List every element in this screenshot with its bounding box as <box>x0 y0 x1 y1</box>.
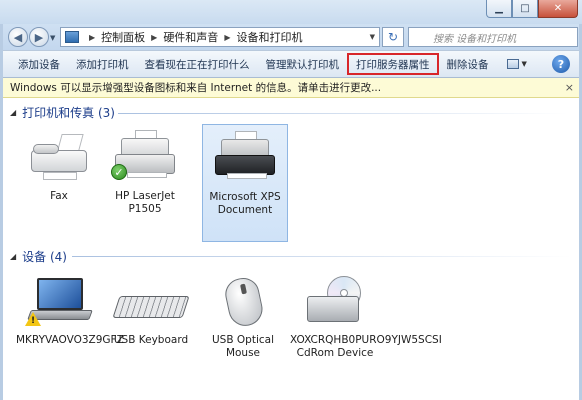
cdrom-icon <box>303 274 367 330</box>
breadcrumb-hardware-sound[interactable]: 硬件和声音 <box>163 29 218 45</box>
remove-device-button[interactable]: 删除设备 <box>439 53 497 75</box>
search-input[interactable]: 搜索 设备和打印机 <box>408 27 578 47</box>
devices-group-header[interactable]: ◢ 设备 (4) <box>10 248 67 265</box>
breadcrumb-control-panel[interactable]: 控制面板 <box>101 29 145 45</box>
device-label: USB Optical Mouse <box>212 334 274 359</box>
forward-button[interactable]: ▶ <box>29 27 49 47</box>
help-icon[interactable]: ? <box>552 55 570 73</box>
device-cdrom[interactable]: XOXCRQHB0PURO9YJW5SCSI CdRom Device <box>290 274 442 396</box>
group-divider <box>118 113 568 114</box>
add-printer-button[interactable]: 添加打印机 <box>68 53 137 75</box>
see-printing-button[interactable]: 查看现在正在打印什么 <box>137 53 258 75</box>
fax-icon <box>27 130 91 186</box>
set-default-printer-button[interactable]: 管理默认打印机 <box>258 53 348 75</box>
address-dropdown-chevron-down-icon[interactable]: ▼ <box>370 33 375 41</box>
chevron-down-icon: ▼ <box>521 60 527 68</box>
devices-group-title: 设备 (4) <box>22 250 67 264</box>
chevron-right-icon[interactable]: ▶ <box>224 33 230 42</box>
device-label: USB Keyboard <box>113 334 189 346</box>
window-border <box>0 24 3 400</box>
device-list: ◢ 打印机和传真 (3) Fax ✓ HP LaserJet P1505 Mic… <box>0 98 582 400</box>
printers-group-header[interactable]: ◢ 打印机和传真 (3) <box>10 104 115 121</box>
info-bar-text: Windows 可以显示增强型设备图标和来自 Internet 的信息。请单击进… <box>10 82 382 94</box>
control-panel-icon <box>65 31 79 43</box>
device-usb-keyboard[interactable]: USB Keyboard <box>108 274 194 354</box>
device-label: HP LaserJet P1505 <box>115 190 175 215</box>
window-controls: ▁ □ ✕ <box>486 0 578 18</box>
close-icon[interactable]: × <box>565 81 574 94</box>
info-bar[interactable]: Windows 可以显示增强型设备图标和来自 Internet 的信息。请单击进… <box>0 78 582 98</box>
breadcrumb-devices-printers[interactable]: 设备和打印机 <box>236 29 302 45</box>
mouse-icon <box>211 274 275 330</box>
refresh-button[interactable]: ↻ <box>382 27 404 47</box>
group-divider <box>72 256 572 257</box>
collapse-triangle-icon[interactable]: ◢ <box>10 252 16 261</box>
printer-icon: ✓ <box>111 130 177 186</box>
maximize-icon[interactable]: □ <box>512 0 538 18</box>
default-printer-check-icon: ✓ <box>111 164 127 180</box>
chevron-right-icon[interactable]: ▶ <box>89 33 95 42</box>
minimize-icon[interactable]: ▁ <box>486 0 512 18</box>
printer-icon <box>213 131 277 187</box>
chevron-right-icon[interactable]: ▶ <box>151 33 157 42</box>
collapse-triangle-icon[interactable]: ◢ <box>10 108 16 117</box>
navigation-bar: ◀ ▶ ▼ ▶ 控制面板 ▶ 硬件和声音 ▶ 设备和打印机 ▼ ↻ 搜索 设备和… <box>0 24 582 50</box>
title-bar: ▁ □ ✕ <box>0 0 582 24</box>
device-microsoft-xps[interactable]: Microsoft XPS Document <box>202 124 288 242</box>
command-bar: 添加设备 添加打印机 查看现在正在打印什么 管理默认打印机 打印服务器属性 删除… <box>0 50 582 78</box>
device-computer[interactable]: ! MKRYVAOVO3Z9GFZ <box>16 274 124 364</box>
add-device-button[interactable]: 添加设备 <box>10 53 68 75</box>
keyboard-icon <box>112 274 190 330</box>
print-server-properties-button[interactable]: 打印服务器属性 <box>347 53 439 75</box>
change-view-button[interactable]: ▼ <box>501 53 533 75</box>
device-label: Microsoft XPS Document <box>209 191 281 216</box>
view-icon <box>506 59 519 69</box>
device-label: MKRYVAOVO3Z9GFZ <box>16 334 124 346</box>
address-bar[interactable]: ▶ 控制面板 ▶ 硬件和声音 ▶ 设备和打印机 ▼ <box>60 27 380 47</box>
printers-group-title: 打印机和传真 (3) <box>22 106 115 120</box>
device-fax[interactable]: Fax <box>16 130 102 226</box>
close-icon[interactable]: ✕ <box>538 0 578 18</box>
device-usb-mouse[interactable]: USB Optical Mouse <box>200 274 286 370</box>
back-button[interactable]: ◀ <box>8 27 28 47</box>
laptop-icon: ! <box>25 274 93 330</box>
recent-pages-chevron-down-icon[interactable]: ▼ <box>50 34 55 42</box>
device-label: XOXCRQHB0PURO9YJW5SCSI CdRom Device <box>290 334 442 359</box>
device-label: Fax <box>50 190 68 202</box>
device-hp-laserjet[interactable]: ✓ HP LaserJet P1505 <box>102 130 188 230</box>
